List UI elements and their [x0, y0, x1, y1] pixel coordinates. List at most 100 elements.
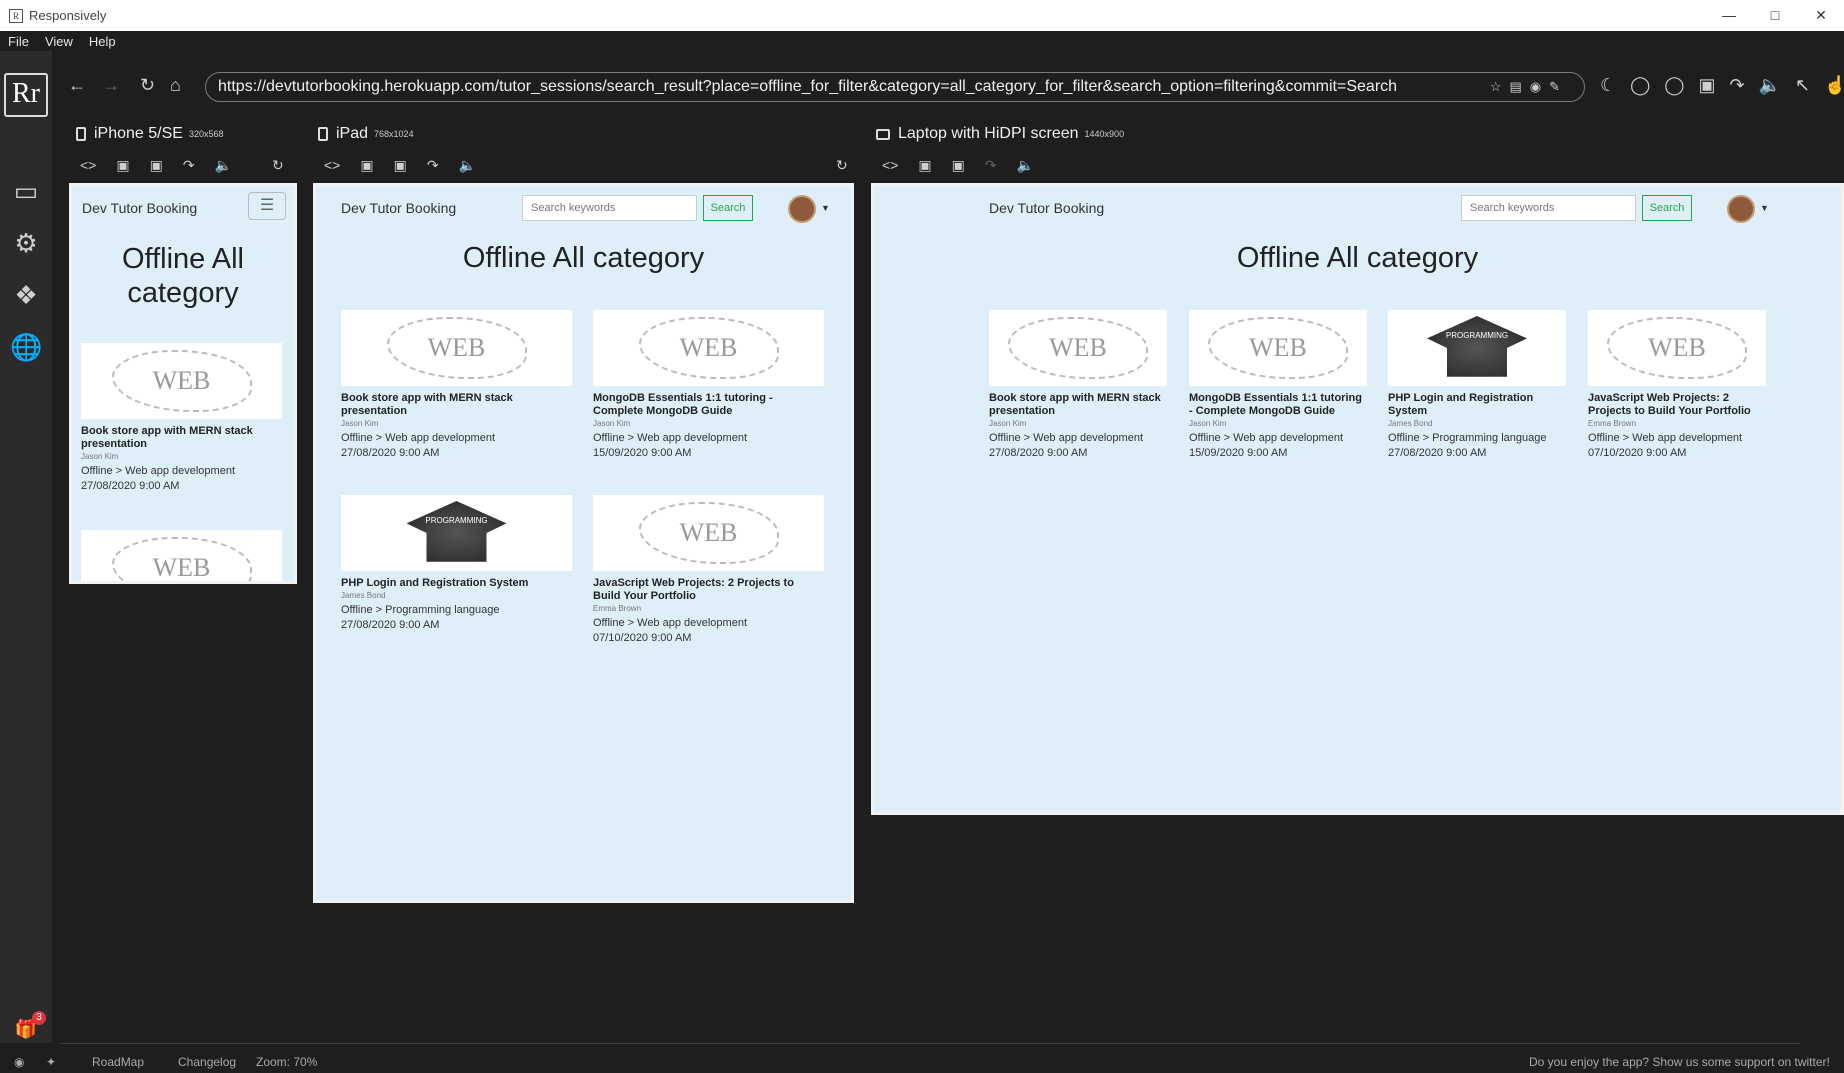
refresh-icon[interactable]: ↻ — [272, 157, 284, 174]
site-brand[interactable]: Dev Tutor Booking — [989, 200, 1104, 216]
session-card[interactable]: WEB JavaScript Web Projects: 2 Projects … — [1588, 310, 1766, 459]
left-sidebar: Rr ▭ ⚙ ❖ 🌐 🎁 3 — [0, 51, 52, 1043]
code-icon[interactable]: <> — [80, 157, 96, 174]
minimize-button[interactable]: — — [1706, 0, 1752, 31]
session-title[interactable]: Book store app with MERN stack presentat… — [81, 425, 282, 451]
roadmap-link[interactable]: RoadMap — [92, 1055, 144, 1069]
session-title[interactable]: PHP Login and Registration System — [1388, 392, 1566, 418]
session-title[interactable]: MongoDB Essentials 1:1 tutoring - Comple… — [593, 392, 824, 418]
scroll-icon[interactable]: ◯ — [1664, 75, 1684, 96]
session-title[interactable]: Book store app with MERN stack presentat… — [341, 392, 572, 418]
address-bar[interactable]: https://devtutorbooking.herokuapp.com/tu… — [205, 72, 1585, 102]
avatar[interactable] — [788, 195, 816, 223]
menu-help[interactable]: Help — [81, 34, 124, 49]
site-brand[interactable]: Dev Tutor Booking — [82, 200, 197, 216]
site-brand[interactable]: Dev Tutor Booking — [341, 200, 456, 216]
zoom-level: Zoom: 70% — [256, 1055, 318, 1069]
search-button[interactable]: Search — [703, 195, 753, 221]
phone-icon — [76, 127, 86, 141]
code-icon[interactable]: <> — [882, 157, 898, 174]
code-icon[interactable]: <> — [324, 157, 340, 174]
speaker-icon[interactable]: 🔈 — [1017, 157, 1034, 174]
session-title[interactable]: Book store app with MERN stack presentat… — [989, 392, 1167, 418]
rotate-icon[interactable]: ↷ — [1729, 75, 1744, 96]
close-button[interactable]: ✕ — [1798, 0, 1844, 31]
screenshot-full-icon[interactable]: ▣ — [360, 157, 373, 174]
dark-mode-icon[interactable]: ☾ — [1600, 75, 1616, 96]
status-divider — [60, 1043, 1800, 1044]
session-card[interactable]: PROGRAMMING PHP Login and Registration S… — [341, 495, 572, 631]
chevron-down-icon[interactable]: ▼ — [1760, 203, 1769, 213]
changelog-link[interactable]: Changelog — [178, 1055, 236, 1069]
session-card[interactable]: WEB — [81, 530, 282, 581]
session-thumbnail: PROGRAMMING — [1388, 310, 1566, 386]
camera-icon[interactable]: ▣ — [952, 157, 965, 174]
chevron-down-icon[interactable]: ▼ — [821, 203, 830, 213]
device-name: iPhone 5/SE — [94, 125, 183, 142]
session-card[interactable]: WEB JavaScript Web Projects: 2 Projects … — [593, 495, 824, 644]
session-category: Offline > Programming language — [1388, 432, 1547, 444]
speaker-icon[interactable]: 🔈 — [215, 157, 232, 174]
address-bar-url: https://devtutorbooking.herokuapp.com/tu… — [218, 78, 1398, 95]
search-input[interactable]: Search keywords — [522, 195, 697, 221]
search-button[interactable]: Search — [1642, 195, 1692, 221]
device-tool-icons: ☾ ◯ ◯ ▣ ↷ 🔈 ↖ ☝ ⊕ — [1600, 75, 1844, 96]
puzzle-icon[interactable]: ❖ — [10, 279, 42, 311]
programming-cap-image: PROGRAMMING — [406, 501, 507, 562]
session-card[interactable]: WEB Book store app with MERN stack prese… — [989, 310, 1167, 459]
session-thumbnail: WEB — [1189, 310, 1367, 386]
page-title: Offline All category — [122, 243, 244, 309]
devices-icon[interactable]: ▭ — [10, 175, 42, 207]
session-title[interactable]: MongoDB Essentials 1:1 tutoring - Comple… — [1189, 392, 1367, 418]
maximize-button[interactable]: □ — [1752, 0, 1798, 31]
screenshot-full-icon[interactable]: ▣ — [918, 157, 931, 174]
mouse-icon[interactable]: ◯ — [1630, 75, 1650, 96]
session-thumbnail: PROGRAMMING — [341, 495, 572, 571]
hamburger-menu-icon[interactable]: ☰ — [248, 192, 286, 220]
session-date: 15/09/2020 9:00 AM — [593, 447, 692, 459]
home-icon[interactable]: ⌂ — [170, 75, 181, 96]
device-tools-iphone: <> ▣ ▣ ↷ 🔈 ↻ — [80, 157, 284, 174]
session-thumbnail: WEB — [81, 530, 282, 581]
mute-icon[interactable]: 🔈 — [1759, 75, 1781, 96]
rotate-icon[interactable]: ↷ — [427, 157, 439, 174]
screenshot-icon[interactable]: ▣ — [1698, 75, 1715, 96]
twitter-icon[interactable]: ✦ — [46, 1055, 56, 1069]
support-message[interactable]: Do you enjoy the app? Show us some suppo… — [1529, 1055, 1830, 1069]
device-resolution: 1440x900 — [1084, 129, 1125, 139]
session-card[interactable]: WEB MongoDB Essentials 1:1 tutoring - Co… — [593, 310, 824, 459]
touch-icon[interactable]: ☝ — [1824, 75, 1844, 96]
globe-icon[interactable]: 🌐 — [10, 331, 42, 363]
back-arrow-icon[interactable]: ← — [68, 75, 86, 96]
avatar[interactable] — [1727, 195, 1755, 223]
session-card[interactable]: WEB MongoDB Essentials 1:1 tutoring - Co… — [1189, 310, 1367, 459]
device-header-iphone: iPhone 5/SE 320x568 — [76, 123, 224, 145]
camera-icon[interactable]: ▣ — [394, 157, 407, 174]
reload-icon[interactable]: ↻ — [140, 75, 155, 96]
session-card[interactable]: WEB Book store app with MERN stack prese… — [341, 310, 572, 459]
search-input[interactable]: Search keywords — [1461, 195, 1636, 221]
menu-file[interactable]: File — [0, 34, 37, 49]
device-header-ipad: iPad 768x1024 — [318, 123, 414, 145]
rotate-icon[interactable]: ↷ — [183, 157, 195, 174]
session-author: James Bond — [341, 591, 386, 600]
refresh-icon[interactable]: ↻ — [836, 157, 848, 174]
session-card[interactable]: WEB Book store app with MERN stack prese… — [81, 343, 282, 492]
session-title[interactable]: JavaScript Web Projects: 2 Projects to B… — [593, 577, 824, 603]
app-logo: Rr — [4, 73, 48, 117]
github-icon[interactable]: ◉ — [14, 1055, 24, 1069]
session-category: Offline > Web app development — [593, 617, 747, 629]
device-header-laptop: Laptop with HiDPI screen 1440x900 — [876, 123, 1124, 145]
speaker-icon[interactable]: 🔈 — [459, 157, 476, 174]
session-author: Jason Kim — [81, 452, 119, 461]
session-card[interactable]: PROGRAMMING PHP Login and Registration S… — [1388, 310, 1566, 459]
forward-arrow-icon[interactable]: → — [102, 75, 120, 96]
menu-view[interactable]: View — [37, 34, 81, 49]
session-category: Offline > Web app development — [1189, 432, 1343, 444]
inspect-icon[interactable]: ↖ — [1795, 75, 1810, 96]
camera-icon[interactable]: ▣ — [150, 157, 163, 174]
session-title[interactable]: PHP Login and Registration System — [341, 577, 572, 590]
gear-icon[interactable]: ⚙ — [10, 227, 42, 259]
screenshot-full-icon[interactable]: ▣ — [116, 157, 129, 174]
session-title[interactable]: JavaScript Web Projects: 2 Projects to B… — [1588, 392, 1766, 418]
